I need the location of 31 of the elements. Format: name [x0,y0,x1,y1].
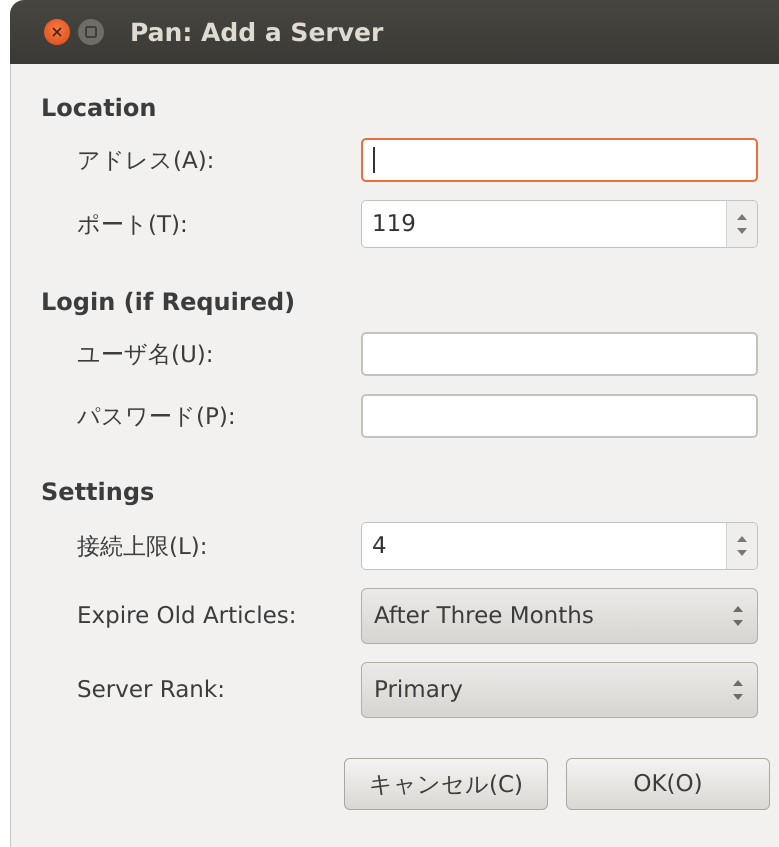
spin-up-icon [737,536,747,542]
cancel-button[interactable]: キャンセル(C) [344,758,548,810]
spin-field[interactable]: 4 [361,522,758,570]
field-label: パスワード(P): [77,402,237,432]
section-heading: Location [41,94,158,122]
field-label: アドレス(A): [77,146,216,176]
maximize-button[interactable] [78,19,104,45]
section-heading: Login (if Required) [41,288,296,316]
window-title: Pan: Add a Server [130,18,384,46]
ok-button[interactable]: OK(O) [566,758,770,810]
text-field[interactable] [361,332,758,376]
field-label: Expire Old Articles: [77,603,298,629]
field-label: 接続上限(L): [77,532,209,562]
text-cursor [373,147,375,173]
close-icon [52,27,62,37]
field-label: ポート(T): [77,210,189,240]
text-field[interactable] [361,394,758,438]
field-label: Server Rank: [77,677,226,703]
text-field[interactable] [361,138,758,182]
field-label: ユーザ名(U): [77,340,215,370]
maximize-icon [85,26,97,38]
spin-up-icon [737,214,747,220]
up-down-arrows-icon [733,679,743,701]
dropdown[interactable]: Primary [361,662,758,718]
spin-down-icon [737,550,747,556]
spin-field[interactable]: 119 [361,200,758,248]
up-down-arrows-icon [733,605,743,627]
section-heading: Settings [41,478,156,506]
dropdown[interactable]: After Three Months [361,588,758,644]
close-button[interactable] [44,19,70,45]
spin-down-icon [737,228,747,234]
